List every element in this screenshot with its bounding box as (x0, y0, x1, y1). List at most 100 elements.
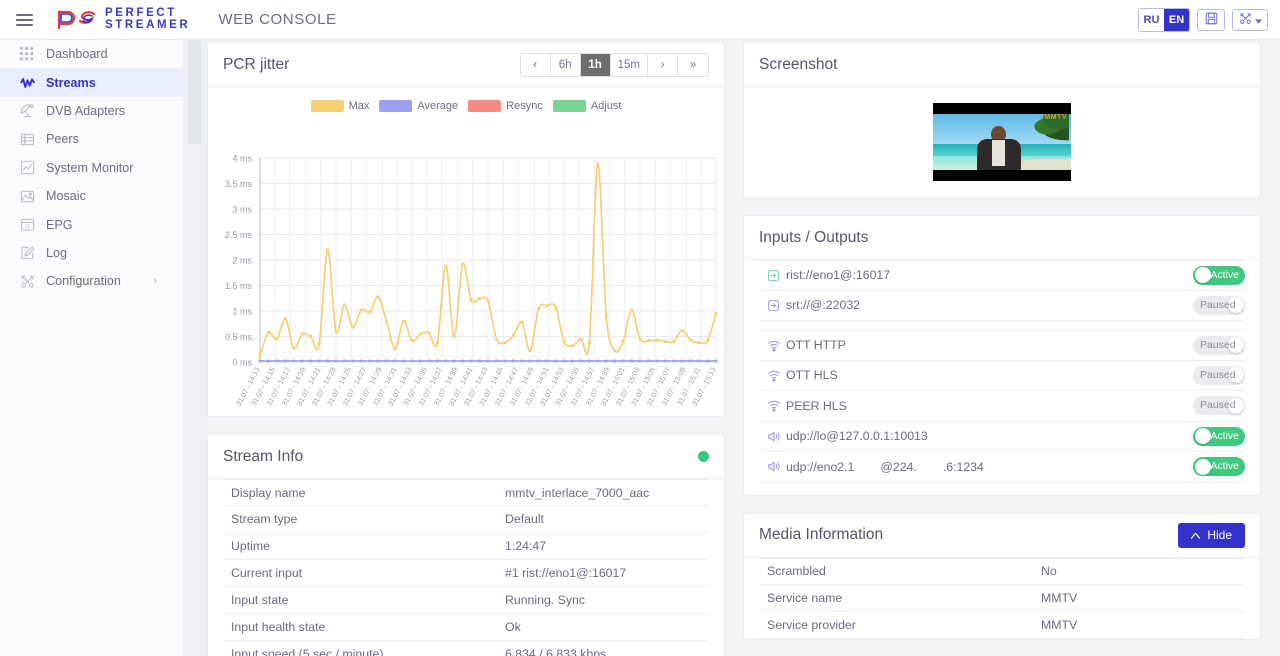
io-state-toggle[interactable]: Paused (1193, 396, 1245, 415)
io-row-label: srt://@:22032 (786, 298, 1193, 312)
range-button-[interactable]: ‹ (521, 54, 551, 76)
legend-item-resync[interactable]: Resync (468, 100, 543, 112)
hamburger-icon[interactable] (0, 0, 48, 40)
io-state-toggle[interactable]: Paused (1193, 296, 1245, 315)
input-arrow-icon (759, 269, 786, 282)
stream-info-value: 1:24:47 (505, 539, 546, 553)
legend-item-average[interactable]: Average (379, 100, 458, 112)
sidebar-item-label: Streams (46, 76, 96, 90)
io-state-toggle[interactable]: Active (1193, 457, 1245, 476)
pcr-jitter-chart[interactable]: MaxAverageResyncAdjust 0 ms0.5 ms1 ms1.5… (208, 87, 724, 416)
language-toggle[interactable]: RU EN (1138, 8, 1190, 32)
sidebar-item-mosaic[interactable]: Mosaic (0, 182, 183, 210)
inputs-outputs-list: rist://eno1@:16017Activesrt://@:22032Pau… (744, 260, 1260, 483)
stream-info-row: Display namemmtv_interlace_7000_aac (223, 479, 709, 506)
sidebar-item-label: DVB Adapters (46, 104, 125, 118)
pcr-jitter-card: PCR jitter ‹6h1h15m›» Max Average Resync Ad… (207, 42, 725, 417)
scrollbar-thumb[interactable] (188, 40, 201, 144)
sidebar-item-label: Peers (46, 132, 79, 146)
media-information-row: Service nameMMTV (759, 585, 1245, 612)
range-button-[interactable]: » (678, 54, 708, 76)
tools-icon (20, 274, 46, 289)
svg-text:0.5 ms: 0.5 ms (225, 332, 253, 342)
lang-ru-button[interactable]: RU (1139, 9, 1164, 31)
save-button[interactable] (1197, 9, 1225, 31)
sidebar-item-dvb-adapters[interactable]: DVB Adapters (0, 97, 183, 125)
main-content: PCR jitter ‹6h1h15m›» Max Average Resync Ad… (207, 40, 1280, 656)
stream-info-key: Display name (223, 486, 505, 500)
range-button-[interactable]: › (648, 54, 678, 76)
channel-watermark: MMTV (1044, 114, 1067, 121)
image-icon (20, 189, 46, 204)
sidebar-item-peers[interactable]: Peers (0, 125, 183, 153)
range-button-15m[interactable]: 15m (611, 54, 648, 76)
stream-info-row: Input health stateOk (223, 614, 709, 641)
sidebar-item-dashboard[interactable]: Dashboard (0, 40, 183, 68)
legend-swatch (468, 100, 501, 112)
sidebar-item-label: Configuration (46, 274, 121, 288)
io-row[interactable]: OTT HLSPaused (759, 361, 1245, 392)
io-row[interactable]: OTT HTTPPaused (759, 330, 1245, 361)
io-row[interactable]: rist://eno1@:16017Active (759, 260, 1245, 291)
io-state-toggle[interactable]: Paused (1193, 366, 1245, 385)
right-column: Screenshot MMTV (743, 42, 1261, 656)
sidebar-item-label: System Monitor (46, 161, 133, 175)
media-information-table: ScrambledNoService nameMMTVService provi… (744, 558, 1260, 639)
range-button-1h[interactable]: 1h (581, 54, 611, 76)
sidebar-item-configuration[interactable]: Configuration› (0, 267, 183, 295)
range-button-6h[interactable]: 6h (551, 54, 581, 76)
tools-icon (1239, 12, 1252, 28)
stream-info-title: Stream Info (223, 448, 303, 466)
io-row-label: OTT HTTP (786, 338, 1193, 352)
stream-info-key: Stream type (223, 512, 505, 526)
io-row[interactable]: srt://@:22032Paused (759, 291, 1245, 322)
stream-thumbnail[interactable]: MMTV (933, 103, 1071, 181)
stream-info-key: Input health state (223, 620, 505, 634)
io-row-label-part2: @224. (880, 460, 916, 474)
stream-info-value: Ok (505, 620, 521, 634)
io-row[interactable]: udp://eno2.1@224..6:1234Active (759, 452, 1245, 483)
io-row[interactable]: udp://lo@127.0.0.1:10013Active (759, 422, 1245, 453)
left-column: PCR jitter ‹6h1h15m›» Max Average Resync Ad… (207, 42, 725, 656)
legend-label: Adjust (591, 100, 622, 112)
satellite-icon (20, 103, 46, 118)
stream-info-row: Uptime1:24:47 (223, 533, 709, 560)
media-information-value: MMTV (1041, 618, 1077, 632)
stream-info-table: Display namemmtv_interlace_7000_aac Strea… (208, 479, 724, 656)
calendar-icon: 15 (20, 217, 46, 232)
chevron-up-icon (1191, 528, 1200, 542)
media-information-key: Service name (759, 591, 1041, 605)
inputs-outputs-title: Inputs / Outputs (759, 229, 868, 247)
inputs-outputs-card: Inputs / Outputs rist://eno1@:16017Activ… (743, 215, 1261, 496)
hide-button[interactable]: Hide (1178, 523, 1245, 548)
media-information-row: ScrambledNo (759, 558, 1245, 585)
io-row-label: PEER HLS (786, 399, 1193, 413)
time-range-selector[interactable]: ‹6h1h15m›» (520, 53, 709, 77)
io-state-toggle[interactable]: Active (1193, 266, 1245, 285)
sidebar: Dashboard Streams DVB Adapters Peers System … (0, 40, 183, 656)
pencil-note-icon (20, 245, 46, 260)
stream-info-value: 6 834 / 6 833 kbps (505, 647, 606, 656)
top-bar: PERFECT STREAMER WEB CONSOLE RU EN (0, 0, 1280, 40)
svg-text:1.5 ms: 1.5 ms (225, 281, 253, 291)
media-information-value: MMTV (1041, 591, 1077, 605)
io-row[interactable]: PEER HLSPaused (759, 391, 1245, 422)
sidebar-item-log[interactable]: Log (0, 239, 183, 267)
io-state-toggle[interactable]: Active (1193, 427, 1245, 446)
svg-text:0 ms: 0 ms (232, 358, 252, 368)
legend-label: Max (349, 100, 370, 112)
lang-en-button[interactable]: EN (1164, 9, 1189, 31)
legend-item-max[interactable]: Max (311, 100, 370, 112)
sidebar-item-epg[interactable]: 15EPG (0, 210, 183, 238)
legend-item-adjust[interactable]: Adjust (553, 100, 622, 112)
io-state-toggle[interactable]: Paused (1193, 336, 1245, 355)
speaker-icon (759, 430, 786, 443)
chevron-down-icon (1255, 12, 1262, 27)
screenshot-header: Screenshot (744, 43, 1260, 87)
tools-menu-button[interactable] (1232, 9, 1268, 31)
sidebar-item-streams[interactable]: Streams (0, 68, 183, 96)
io-row-label: udp://eno2.1@224..6:1234 (786, 460, 1193, 474)
page-scroll-gutter[interactable] (183, 40, 207, 656)
sidebar-item-system-monitor[interactable]: System Monitor (0, 154, 183, 182)
pcr-jitter-title: PCR jitter (223, 56, 289, 74)
